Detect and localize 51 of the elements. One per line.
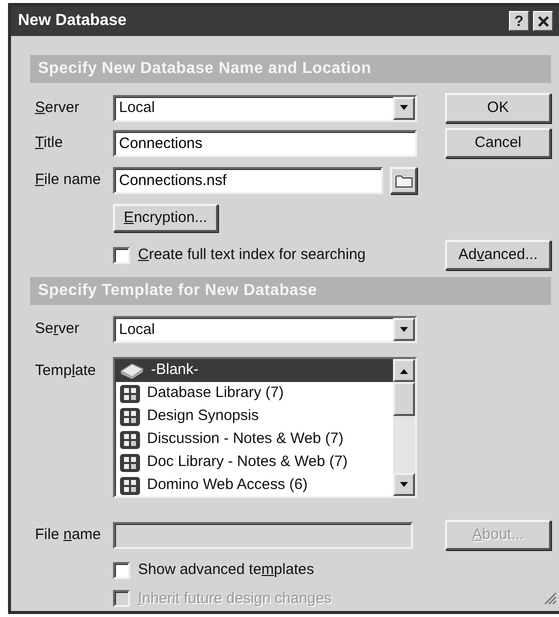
- advanced-button[interactable]: Advanced...: [445, 240, 551, 270]
- list-item[interactable]: -Blank-: [115, 359, 393, 382]
- close-button[interactable]: [533, 11, 553, 31]
- section-heading: Specify Template for New Database: [30, 277, 551, 305]
- template-icon: [119, 406, 141, 426]
- template-icon: [119, 384, 141, 404]
- scroll-thumb[interactable]: [393, 382, 415, 416]
- help-button[interactable]: ?: [509, 11, 529, 31]
- caret-icon: [399, 326, 409, 332]
- field-label: File name: [34, 170, 102, 190]
- list-item[interactable]: Doc Library - Notes & Web (7): [115, 451, 393, 474]
- list-item[interactable]: Design Synopsis: [115, 405, 393, 428]
- server-dropdown[interactable]: Local: [113, 94, 417, 122]
- template-icon: [119, 452, 141, 472]
- server-dropdown[interactable]: Local: [113, 316, 417, 343]
- scroll-down-button[interactable]: [393, 473, 415, 496]
- about-button: About...: [445, 520, 551, 550]
- title-field[interactable]: Connections: [113, 130, 417, 156]
- checkbox[interactable]: [113, 562, 130, 579]
- field-label: Template: [34, 361, 97, 381]
- dropdown-button[interactable]: [393, 318, 415, 341]
- caret-icon: [399, 482, 409, 488]
- folder-icon: [394, 174, 412, 188]
- close-icon: [538, 16, 548, 26]
- encryption-button[interactable]: Encryption...: [113, 204, 218, 232]
- browse-button[interactable]: [390, 167, 417, 194]
- field-label: File name: [34, 524, 102, 545]
- ok-button[interactable]: OK: [445, 93, 551, 123]
- window-title: New Database: [18, 11, 126, 31]
- field-label: Server: [34, 98, 80, 118]
- field-label: Title: [34, 132, 64, 153]
- section-heading: Specify New Database Name and Location: [30, 55, 551, 83]
- dropdown-button[interactable]: [393, 96, 415, 120]
- caret-icon: [399, 368, 409, 374]
- field-label: Server: [34, 319, 80, 340]
- list-item[interactable]: Discussion - Notes & Web (7): [115, 428, 393, 451]
- caret-icon: [399, 105, 409, 111]
- checkbox-label: Show advanced templates: [138, 560, 314, 580]
- checkbox-label: Create full text index for searching: [138, 244, 366, 265]
- book-icon: [119, 362, 145, 380]
- checkbox[interactable]: [113, 246, 130, 264]
- list-item[interactable]: Database Library (7): [115, 382, 393, 405]
- template-icon: [119, 430, 141, 450]
- template-icon: [119, 476, 141, 496]
- list-item[interactable]: Domino Web Access (6): [115, 474, 393, 496]
- cancel-button[interactable]: Cancel: [445, 128, 551, 158]
- checkbox-label: Inherit future design changes: [138, 588, 332, 608]
- scrollbar[interactable]: [393, 359, 415, 496]
- file-name-field[interactable]: Connections.nsf: [113, 167, 383, 194]
- resize-grip-icon[interactable]: [543, 590, 557, 605]
- scroll-up-button[interactable]: [393, 359, 415, 382]
